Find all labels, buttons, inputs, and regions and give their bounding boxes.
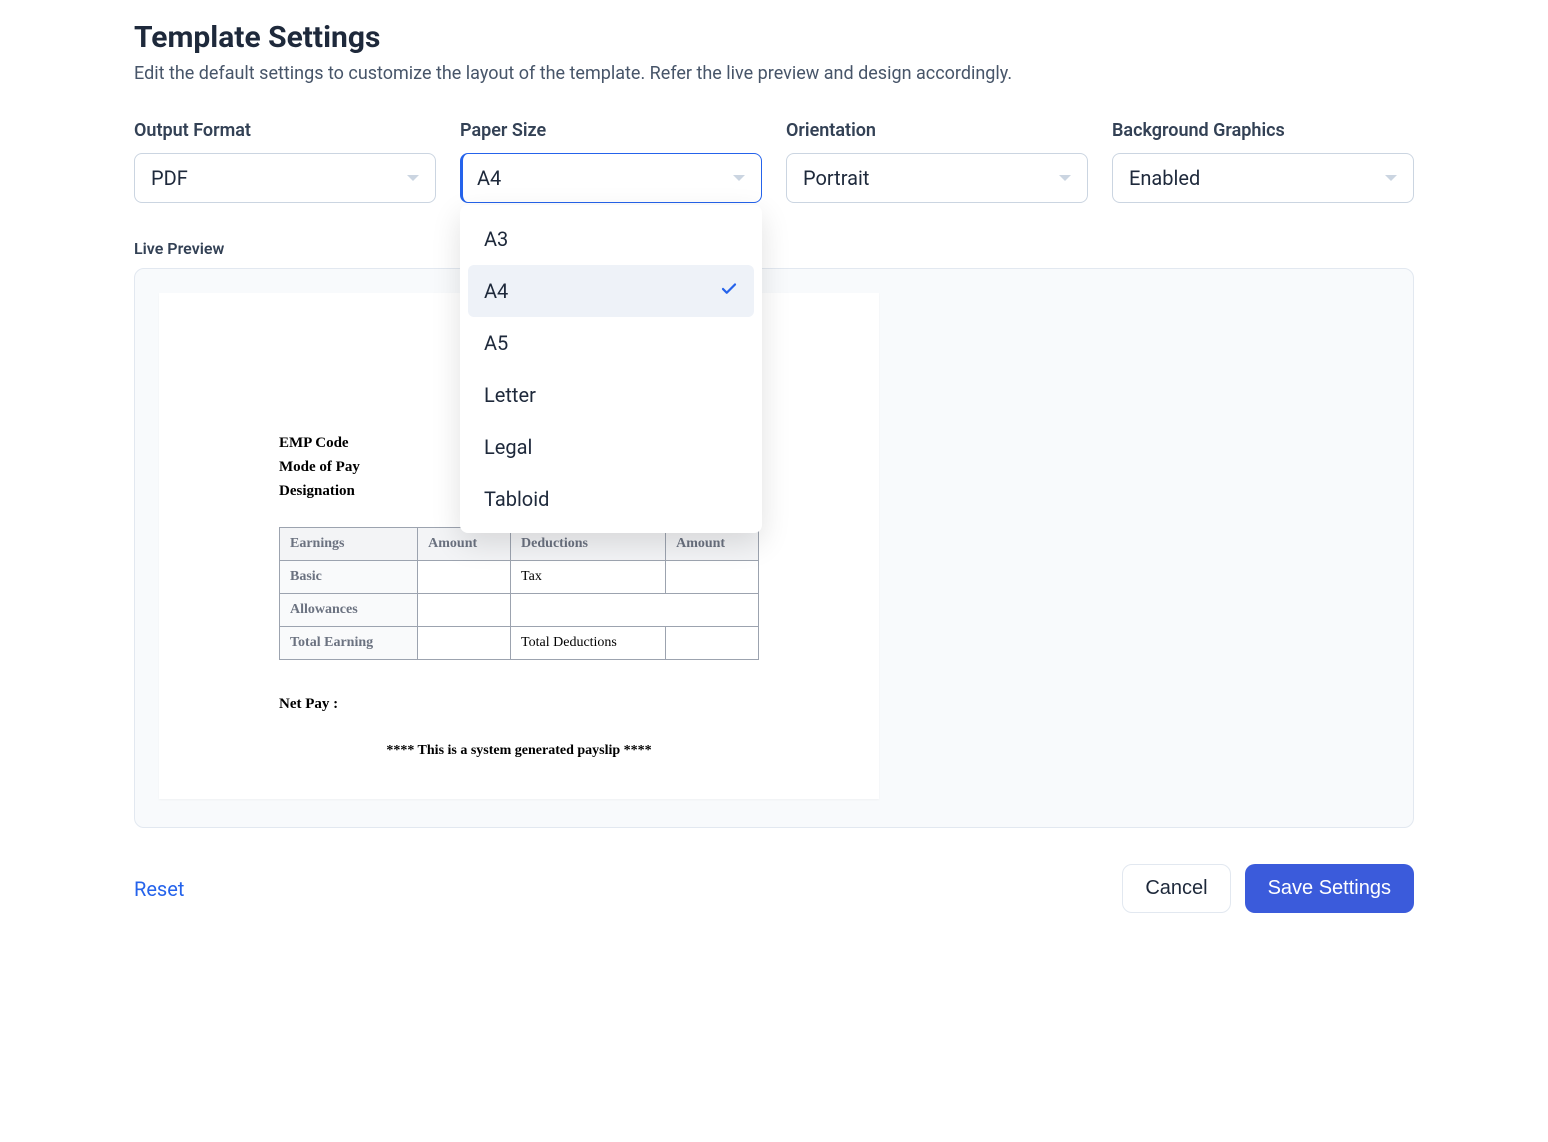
- cell: Basic: [280, 561, 418, 594]
- orientation-select[interactable]: Portrait: [786, 153, 1088, 203]
- option-label: A4: [484, 279, 508, 303]
- cell: [418, 627, 511, 660]
- reset-button[interactable]: Reset: [134, 877, 184, 901]
- cell: Allowances: [280, 594, 418, 627]
- paper-size-option-legal[interactable]: Legal: [468, 421, 754, 473]
- output-format-value: PDF: [151, 166, 188, 190]
- orientation-group: Orientation Portrait: [786, 120, 1088, 203]
- output-format-select[interactable]: PDF: [134, 153, 436, 203]
- paper-size-select[interactable]: A4: [460, 153, 762, 203]
- background-graphics-label: Background Graphics: [1112, 120, 1414, 141]
- cell: [511, 594, 759, 627]
- page-subtitle: Edit the default settings to customize t…: [134, 63, 1414, 84]
- cell: Total Earning: [280, 627, 418, 660]
- orientation-value: Portrait: [803, 166, 869, 190]
- paper-size-option-a3[interactable]: A3: [468, 213, 754, 265]
- col-earnings: Earnings: [280, 528, 418, 561]
- footer-buttons: Cancel Save Settings: [1122, 864, 1414, 913]
- table-row: Total Earning Total Deductions: [280, 627, 759, 660]
- cell: [418, 594, 511, 627]
- page-title: Template Settings: [134, 20, 1414, 55]
- paper-size-option-a4[interactable]: A4: [468, 265, 754, 317]
- output-format-label: Output Format: [134, 120, 436, 141]
- chevron-down-icon: [1385, 175, 1397, 181]
- chevron-down-icon: [407, 175, 419, 181]
- chevron-down-icon: [733, 175, 745, 181]
- cell: Total Deductions: [511, 627, 666, 660]
- option-label: Letter: [484, 383, 536, 407]
- paper-size-option-tabloid[interactable]: Tabloid: [468, 473, 754, 525]
- cell: [666, 561, 759, 594]
- background-graphics-select[interactable]: Enabled: [1112, 153, 1414, 203]
- option-label: Legal: [484, 435, 532, 459]
- cancel-button[interactable]: Cancel: [1122, 864, 1230, 913]
- table-row: Allowances: [280, 594, 759, 627]
- cell: Tax: [511, 561, 666, 594]
- cell: [418, 561, 511, 594]
- paper-size-value: A4: [477, 166, 501, 190]
- background-graphics-value: Enabled: [1129, 166, 1200, 190]
- chevron-down-icon: [1059, 175, 1071, 181]
- output-format-group: Output Format PDF: [134, 120, 436, 203]
- preview-panel: Pa rk EMP Code Mode of Pay Designation E…: [134, 268, 1414, 828]
- footer-actions: Reset Cancel Save Settings: [134, 864, 1414, 913]
- settings-form: Output Format PDF Paper Size A4 A3 A4: [134, 120, 1414, 203]
- paper-size-option-a5[interactable]: A5: [468, 317, 754, 369]
- option-label: A5: [484, 331, 508, 355]
- cell: [666, 627, 759, 660]
- background-graphics-group: Background Graphics Enabled: [1112, 120, 1414, 203]
- orientation-label: Orientation: [786, 120, 1088, 141]
- table-row: Basic Tax: [280, 561, 759, 594]
- option-label: A3: [484, 227, 508, 251]
- net-pay-label: Net Pay :: [279, 696, 759, 713]
- paper-size-group: Paper Size A4 A3 A4 A5 L: [460, 120, 762, 203]
- paper-size-option-letter[interactable]: Letter: [468, 369, 754, 421]
- check-icon: [720, 279, 738, 303]
- paper-size-dropdown: A3 A4 A5 Letter Legal Tab: [460, 205, 762, 533]
- option-label: Tabloid: [484, 487, 549, 511]
- preview-table: Earnings Amount Deductions Amount Basic …: [279, 527, 759, 660]
- paper-size-label: Paper Size: [460, 120, 762, 141]
- preview-footnote: **** This is a system generated payslip …: [279, 743, 759, 759]
- live-preview-label: Live Preview: [134, 239, 1414, 258]
- save-settings-button[interactable]: Save Settings: [1245, 864, 1414, 913]
